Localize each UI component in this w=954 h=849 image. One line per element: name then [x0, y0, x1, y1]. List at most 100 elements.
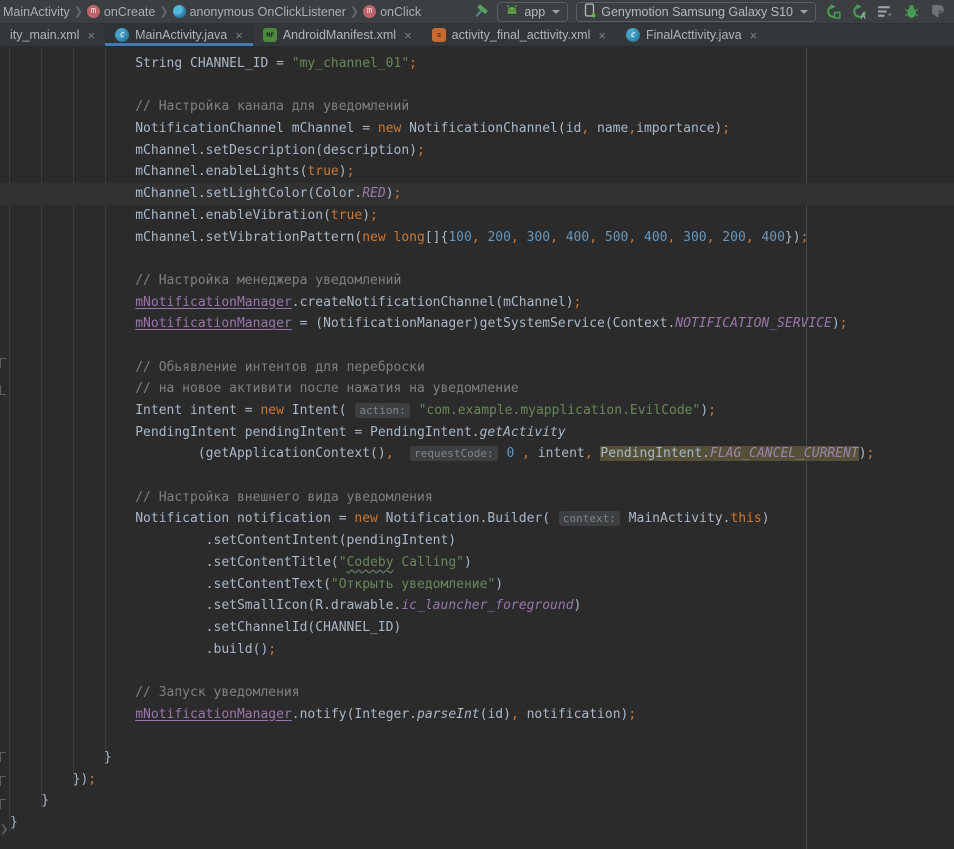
code-token: .setSmallIcon(R.drawable.	[10, 598, 401, 613]
code-area: String CHANNEL_ID = "my_channel_01"; // …	[0, 47, 954, 834]
code-token: 400	[644, 230, 667, 245]
code-token: Notification.Builder(	[378, 511, 558, 526]
tab-androidmanifest-xml[interactable]: MFAndroidManifest.xml×	[253, 24, 422, 46]
code-line: mChannel.enableVibration(true);	[10, 205, 954, 227]
tab-activity-final-acttivity-xml[interactable]: ≡activity_final_acttivity.xml×	[422, 24, 616, 46]
apply-code-changes-icon[interactable]	[876, 3, 894, 21]
debug-icon[interactable]	[902, 3, 920, 21]
code-token: 200	[487, 230, 510, 245]
code-token: RED	[362, 186, 385, 201]
code-token	[411, 403, 419, 418]
build-hammer-icon[interactable]	[471, 3, 489, 21]
breadcrumb-item[interactable]: monClick	[360, 5, 424, 19]
close-icon[interactable]: ×	[598, 29, 606, 42]
code-line: String CHANNEL_ID = "my_channel_01";	[10, 53, 954, 75]
code-token: 300	[527, 230, 550, 245]
code-token: mChannel.setDescription(description)	[10, 143, 417, 158]
tab-mainactivity-java[interactable]: CMainActivity.java×	[105, 24, 253, 46]
code-token: ;	[409, 56, 417, 71]
code-line: .build();	[10, 639, 954, 661]
tab-ity-main-xml[interactable]: ity_main.xml ×	[0, 24, 105, 46]
device-select[interactable]: Genymotion Samsung Galaxy S10	[576, 2, 816, 22]
code-token: )	[464, 555, 472, 570]
code-line: // Обьявление интентов для переброски	[10, 357, 954, 379]
code-line: // Настройка менеджера уведомлений	[10, 270, 954, 292]
code-token: 500	[605, 230, 628, 245]
close-icon[interactable]: ×	[404, 29, 412, 42]
code-token: name	[589, 121, 628, 136]
code-token: ;	[370, 208, 378, 223]
code-line-caret: mChannel.setLightColor(Color.RED);	[10, 183, 954, 205]
tab-label: FinalActtivity.java	[646, 28, 742, 42]
phone-icon	[584, 3, 596, 21]
java-class-icon: C	[115, 28, 129, 42]
code-token: new	[362, 230, 385, 245]
code-token: new	[378, 121, 401, 136]
code-token: intent	[530, 446, 585, 461]
code-token: // Настройка внешнего вида уведомления	[10, 490, 433, 505]
code-token: 100	[448, 230, 471, 245]
breadcrumb-label: anonymous OnClickListener	[190, 5, 346, 19]
tab-label: ity_main.xml	[10, 28, 79, 42]
code-token: ,	[581, 121, 589, 136]
code-token: PendingIntent pendingIntent = PendingInt…	[10, 425, 480, 440]
code-line	[10, 660, 954, 682]
code-line	[10, 335, 954, 357]
code-token: mNotificationManager	[135, 295, 292, 310]
code-line: mChannel.setDescription(description);	[10, 140, 954, 162]
code-token	[597, 230, 605, 245]
code-line: // Настройка внешнего вида уведомления	[10, 487, 954, 509]
tab-finalacttivity-java[interactable]: C FinalActtivity.java ×	[616, 24, 767, 46]
editor-tab-bar: ity_main.xml×CMainActivity.java×MFAndroi…	[0, 24, 954, 47]
code-token: )	[700, 403, 708, 418]
code-token: ,	[386, 446, 394, 461]
code-token: .setContentIntent(pendingIntent)	[10, 533, 456, 548]
rerun-icon[interactable]	[824, 3, 842, 21]
code-token: // Обьявление интентов для переброски	[10, 360, 425, 375]
code-token: Notification notification =	[10, 511, 354, 526]
code-token: ,	[589, 230, 597, 245]
code-token: new	[354, 511, 377, 526]
code-token	[558, 230, 566, 245]
code-line	[10, 465, 954, 487]
breadcrumb-item[interactable]: monCreate	[84, 5, 158, 19]
close-icon[interactable]: ×	[750, 29, 758, 42]
close-icon[interactable]: ×	[87, 29, 95, 42]
code-token: mNotificationManager	[135, 316, 292, 331]
code-line: mChannel.enableLights(true);	[10, 161, 954, 183]
code-token: "com.example.myapplication.EvilCode"	[419, 403, 701, 418]
code-token	[386, 230, 394, 245]
code-token: .createNotificationChannel(mChannel)	[292, 295, 574, 310]
code-editor[interactable]: ❯ String CHANNEL_ID = "my_channel_01"; /…	[0, 47, 954, 849]
code-token	[10, 316, 135, 331]
code-token: Codeby	[347, 555, 394, 570]
code-line: }	[10, 812, 954, 834]
code-token: notification)	[519, 707, 629, 722]
breadcrumb-label: onCreate	[104, 5, 155, 19]
apply-changes-restart-icon[interactable]: A	[850, 3, 868, 21]
profile-icon[interactable]	[928, 3, 946, 21]
code-token	[514, 446, 522, 461]
code-token: .setContentText(	[10, 577, 331, 592]
java-class-icon: C	[626, 28, 640, 42]
code-token: ;	[867, 446, 875, 461]
code-token: mChannel.enableVibration(	[10, 208, 331, 223]
code-token: ;	[722, 121, 730, 136]
code-token: // Настройка менеджера уведомлений	[10, 273, 401, 288]
code-token: Calling"	[394, 555, 464, 570]
breadcrumb-item[interactable]: anonymous OnClickListener	[170, 5, 349, 19]
code-line: }	[10, 747, 954, 769]
close-icon[interactable]: ×	[235, 29, 243, 42]
run-config-select[interactable]: app	[497, 2, 568, 22]
code-token: ,	[522, 446, 530, 461]
code-token: // на новое активити после нажатия на ув…	[10, 381, 519, 396]
code-token: ;	[268, 642, 276, 657]
code-token: NotificationChannel(id	[401, 121, 581, 136]
inlay-hint: action:	[355, 403, 409, 418]
code-line	[10, 725, 954, 747]
code-line: .setContentText("Открыть уведомление")	[10, 574, 954, 596]
code-token: getActivity	[480, 425, 566, 440]
breadcrumb-item[interactable]: MainActivity	[0, 5, 73, 19]
code-token: 400	[761, 230, 784, 245]
layout-xml-file-icon: ≡	[432, 28, 446, 42]
